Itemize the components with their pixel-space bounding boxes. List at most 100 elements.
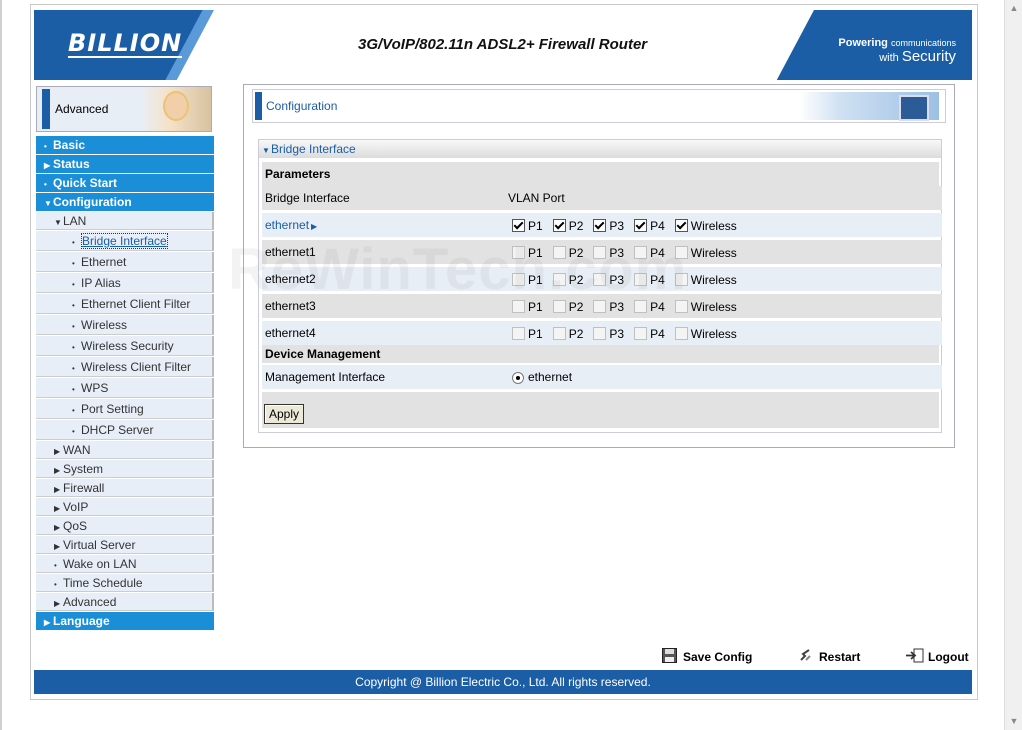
section-title: Bridge Interface xyxy=(271,142,356,156)
sidebar-item-label: Configuration xyxy=(53,195,132,209)
port-checkbox xyxy=(552,246,566,260)
interface-row: ethernet3 P1 P2 P3 P4 Wireless xyxy=(262,294,942,320)
header-banner: BILLION 3G/VoIP/802.11n ADSL2+ Firewall … xyxy=(34,10,972,80)
port-checkbox xyxy=(552,273,566,287)
sidebar-item-language[interactable]: ▶ Language xyxy=(36,612,214,630)
port-checkbox xyxy=(593,246,607,260)
sidebar-item-dhcp-server[interactable]: • DHCP Server xyxy=(36,420,214,440)
sidebar-item-wireless-client-filter[interactable]: • Wireless Client Filter xyxy=(36,357,214,377)
port-label: P4 xyxy=(650,299,665,314)
port-label: Wireless xyxy=(690,218,737,233)
sidebar-item-wireless-security[interactable]: • Wireless Security xyxy=(36,336,214,356)
port-label: Wireless xyxy=(690,272,737,287)
photo-face xyxy=(163,91,189,121)
sidebar-item-lan[interactable]: ▼LAN xyxy=(36,212,214,230)
expanded-arrow-icon: ▼ xyxy=(54,218,62,227)
billion-logo: BILLION xyxy=(68,29,183,58)
port-label: P1 xyxy=(528,326,543,341)
sidebar-item-label: Port Setting xyxy=(81,402,144,416)
port-label: P4 xyxy=(650,326,665,341)
port-label: P2 xyxy=(568,272,584,287)
bullet-icon: • xyxy=(72,259,75,268)
sidebar-item-voip[interactable]: ▶ VoIP xyxy=(36,498,214,516)
collapse-arrow-icon: ▼ xyxy=(262,146,270,155)
sidebar-item-wireless[interactable]: • Wireless xyxy=(36,315,214,335)
port-checkbox[interactable] xyxy=(593,219,607,233)
scroll-down-arrow-icon[interactable]: ▼ xyxy=(1005,713,1022,730)
sidebar-item-quick-start[interactable]: • Quick Start xyxy=(36,174,214,192)
sidebar-item-ethernet-client-filter[interactable]: • Ethernet Client Filter xyxy=(36,294,214,314)
bullet-icon: • xyxy=(72,406,75,415)
port-label: P3 xyxy=(609,299,625,314)
interface-name-cell[interactable]: ethernet ▶ xyxy=(262,213,505,237)
slogan-powering: Powering xyxy=(838,37,888,49)
bullet-icon: • xyxy=(72,385,75,394)
scrollbar[interactable]: ▲ ▼ xyxy=(1004,0,1022,730)
sidebar-item-system[interactable]: ▶ System xyxy=(36,460,214,478)
port-checkbox[interactable] xyxy=(634,219,648,233)
port-checkbox[interactable] xyxy=(674,219,688,233)
port-label: Wireless xyxy=(690,299,737,314)
restart-link[interactable]: Restart xyxy=(798,648,860,666)
sidebar-item-label: IP Alias xyxy=(81,276,121,290)
port-checkbox xyxy=(674,273,688,287)
interface-name-cell: ethernet3 xyxy=(262,294,505,318)
section-header[interactable]: ▼Bridge Interface xyxy=(259,140,941,158)
sidebar-item-advanced[interactable]: ▶ Advanced xyxy=(36,593,214,611)
sidebar-item-wps[interactable]: • WPS xyxy=(36,378,214,398)
sidebar-item-label: Status xyxy=(53,157,90,171)
sidebar-item-port-setting[interactable]: • Port Setting xyxy=(36,399,214,419)
bullet-icon: • xyxy=(72,343,75,352)
sidebar-item-virtual-server[interactable]: ▶ Virtual Server xyxy=(36,536,214,554)
apply-button[interactable]: Apply xyxy=(264,404,304,424)
sidebar-item-basic[interactable]: • Basic xyxy=(36,136,214,154)
management-interface-radio[interactable] xyxy=(512,371,524,384)
port-checkbox[interactable] xyxy=(552,219,566,233)
sidebar-item-wan[interactable]: ▶ WAN xyxy=(36,441,214,459)
sidebar-item-label: DHCP Server xyxy=(81,423,154,437)
sidebar-item-ip-alias[interactable]: • IP Alias xyxy=(36,273,214,293)
parameters-row: Parameters xyxy=(262,162,939,188)
sidebar-item-ethernet[interactable]: • Ethernet xyxy=(36,252,214,272)
sidebar-item-label: Time Schedule xyxy=(63,576,143,590)
interface-row: ethernet2 P1 P2 P3 P4 Wireless xyxy=(262,267,942,293)
sidebar-item-label: WAN xyxy=(63,443,91,457)
footer-links: Save Config Restart Logout xyxy=(660,648,972,666)
port-checkbox xyxy=(512,246,525,260)
interface-name: ethernet4 xyxy=(265,326,316,340)
port-checkbox[interactable] xyxy=(512,219,525,233)
port-checkbox xyxy=(512,300,525,314)
sidebar-item-firewall[interactable]: ▶ Firewall xyxy=(36,479,214,497)
port-checkbox xyxy=(512,273,525,287)
mode-bar xyxy=(42,89,50,129)
bullet-icon: • xyxy=(72,427,75,436)
sidebar-item-time-schedule[interactable]: • Time Schedule xyxy=(36,574,214,592)
port-checkbox xyxy=(674,246,688,260)
collapsed-arrow-icon: ▶ xyxy=(54,599,61,608)
slogan-with: with xyxy=(879,52,899,64)
sidebar-item-label: Advanced xyxy=(63,595,117,609)
port-checkbox xyxy=(552,327,566,341)
window-edge xyxy=(0,0,2,730)
port-checkbox xyxy=(634,273,648,287)
office-image xyxy=(799,92,939,121)
sidebar-item-status[interactable]: ▶ Status xyxy=(36,155,214,173)
port-checkbox xyxy=(634,300,648,314)
sidebar-item-bridge-interface[interactable]: • Bridge Interface xyxy=(36,231,214,251)
collapsed-arrow-icon: ▶ xyxy=(54,542,61,551)
sidebar-item-qos[interactable]: ▶ QoS xyxy=(36,517,214,535)
slogan-security: Security xyxy=(901,48,956,65)
content-panel: Configuration ▼Bridge Interface Paramete… xyxy=(243,84,955,448)
sidebar-item-configuration[interactable]: ▼Configuration xyxy=(36,193,214,211)
page-title: Configuration xyxy=(266,99,338,113)
sidebar-item-label: VoIP xyxy=(63,500,89,514)
port-checkbox xyxy=(674,300,688,314)
mode-label: Advanced xyxy=(55,102,109,116)
sidebar-item-wake-on-lan[interactable]: • Wake on LAN xyxy=(36,555,214,573)
interface-name[interactable]: ethernet xyxy=(265,218,309,232)
bridge-interface-header: Bridge Interface xyxy=(262,186,505,210)
logout-link[interactable]: Logout xyxy=(905,648,969,666)
save-config-link[interactable]: Save Config xyxy=(662,648,752,666)
interface-name-cell: ethernet4 xyxy=(262,321,505,345)
scroll-up-arrow-icon[interactable]: ▲ xyxy=(1005,0,1022,17)
